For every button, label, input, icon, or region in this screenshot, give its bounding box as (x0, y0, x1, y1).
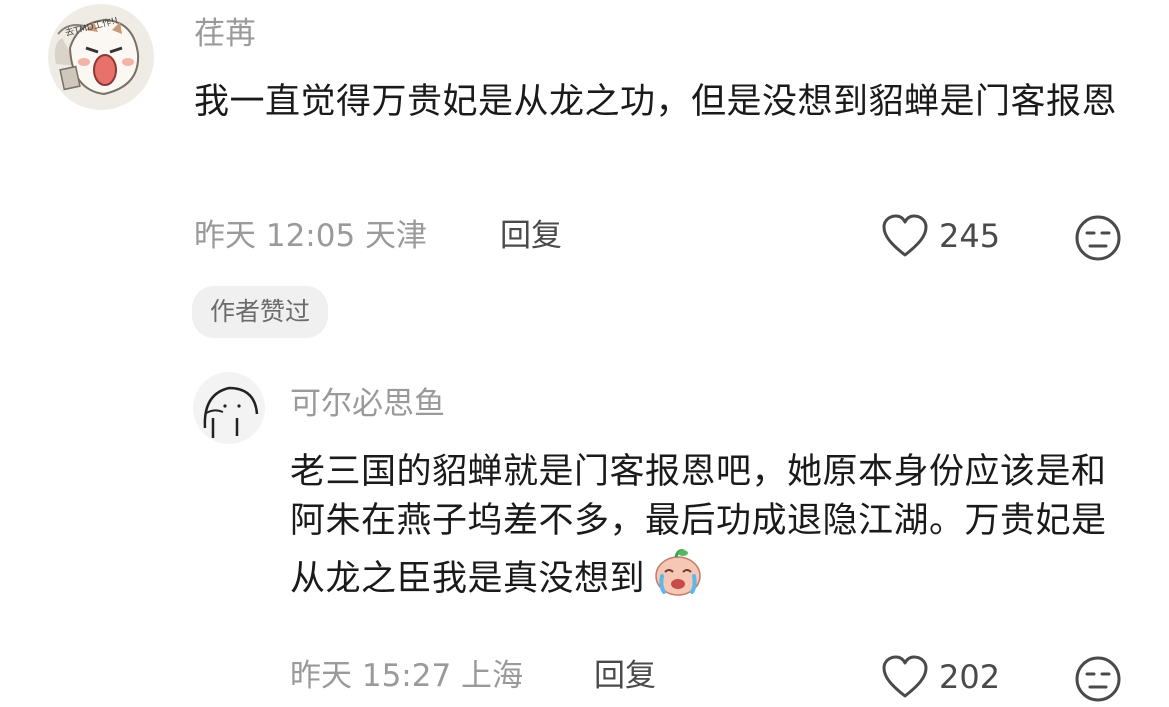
like-count: 245 (939, 217, 1001, 255)
comment-meta: 昨天 15:27 上海 (290, 658, 524, 694)
reply-button[interactable]: 回复 (594, 656, 656, 696)
like-button[interactable]: 245 (881, 214, 1000, 258)
crying-emoji-icon (655, 549, 701, 596)
avatar[interactable]: 去TMD工作!! (48, 4, 154, 110)
comment-text: 我一直觉得万贵妃是从龙之功，但是没想到貂蝉是门客报恩 (194, 82, 1118, 122)
author-liked-badge: 作者赞过 (192, 286, 329, 338)
heart-icon (882, 655, 928, 698)
comment-meta: 昨天 12:05 天津 (194, 218, 428, 254)
comment-username[interactable]: 可尔必思鱼 (290, 384, 445, 424)
like-count: 202 (939, 658, 1001, 696)
neutral-face-icon (1075, 656, 1121, 702)
comment-username[interactable]: 荏苒 (194, 14, 256, 54)
avatar[interactable] (193, 372, 265, 444)
like-button[interactable]: 202 (881, 655, 1000, 699)
dislike-button[interactable] (1074, 214, 1122, 266)
dislike-button[interactable] (1074, 655, 1122, 707)
heart-icon (882, 214, 928, 257)
neutral-face-icon (1075, 215, 1121, 261)
reply-button[interactable]: 回复 (500, 216, 562, 256)
